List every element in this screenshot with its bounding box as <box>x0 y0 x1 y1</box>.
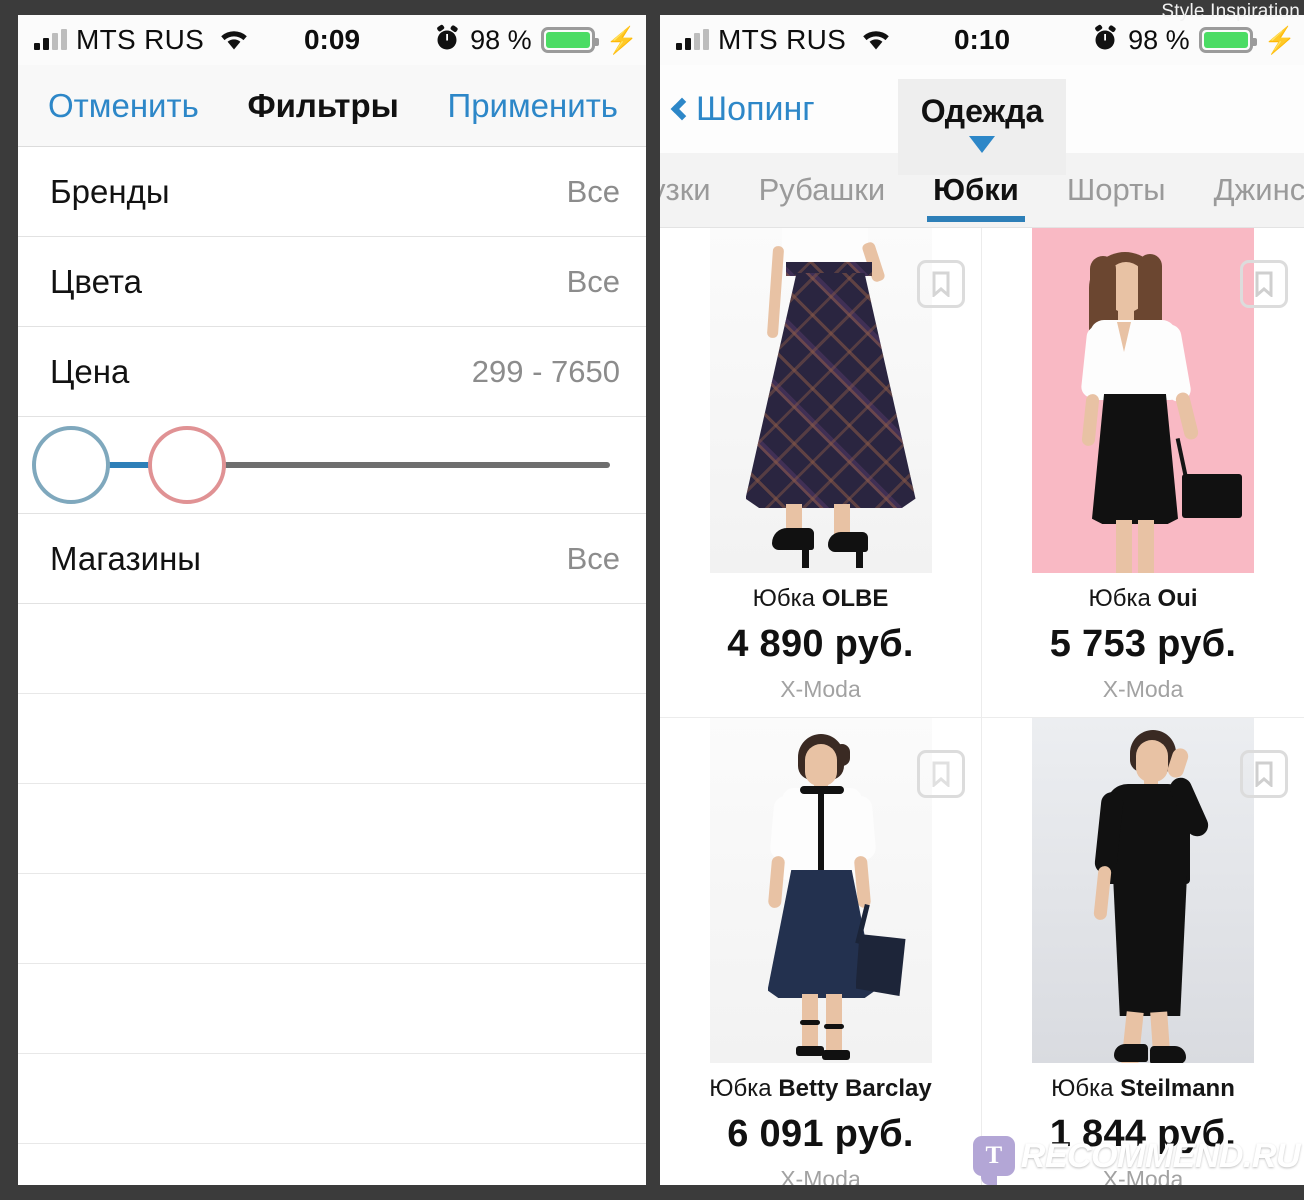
product-illustration <box>1032 718 1254 1063</box>
filter-value: Все <box>566 173 620 209</box>
style-inspiration-caption: Style Inspiration <box>1161 1 1300 22</box>
lightning-bolt-icon: ⚡ <box>605 24 638 55</box>
filter-row-brands[interactable]: Бренды Все <box>18 147 646 237</box>
empty-row <box>18 874 646 964</box>
alarm-icon <box>1091 24 1119 57</box>
battery-icon <box>1198 27 1257 53</box>
product-shop: X-Moda <box>1102 676 1184 702</box>
left-status-right: 98 % ⚡ <box>433 24 638 57</box>
recommend-watermark: T RECOMMEND.RU <box>972 1136 1301 1185</box>
empty-row <box>18 604 646 694</box>
bookmark-icon[interactable] <box>917 750 965 798</box>
chevron-left-icon <box>670 97 694 121</box>
product-title-prefix: Юбка <box>752 585 816 612</box>
alarm-icon <box>433 24 461 57</box>
bookmark-icon[interactable] <box>917 260 965 308</box>
left-phone-screen: MTS RUS 0:09 98 % ⚡ Отменить Фильтры При… <box>18 15 646 1185</box>
right-status-right: 98 % ⚡ <box>1091 24 1296 57</box>
product-title: Юбка Betty Barclay <box>660 1075 981 1103</box>
product-illustration <box>710 228 932 573</box>
product-image[interactable] <box>660 718 981 1063</box>
empty-row <box>18 1144 646 1185</box>
filter-value: Все <box>566 540 620 576</box>
empty-row <box>18 1054 646 1144</box>
product-title-prefix: Юбка <box>1051 1075 1114 1102</box>
tab-dzhinsy[interactable]: Джинс <box>1190 153 1304 227</box>
product-card[interactable]: Юбка Oui 5 753 руб. X-Moda <box>982 228 1304 718</box>
product-illustration <box>1032 228 1254 573</box>
right-phone-screen: MTS RUS 0:10 98 % ⚡ Шопинг Одежда зки Ру… <box>660 15 1304 1185</box>
product-brand: Betty Barclay <box>778 1075 932 1102</box>
caret-down-icon <box>969 136 995 153</box>
slider-handle-max[interactable] <box>148 426 226 504</box>
product-price: 4 890 руб. <box>727 623 914 665</box>
cancel-button[interactable]: Отменить <box>48 87 199 125</box>
lightning-bolt-icon: ⚡ <box>1263 24 1296 55</box>
product-image[interactable] <box>982 228 1304 573</box>
watermark-mark: T <box>985 1142 1003 1169</box>
product-image[interactable] <box>660 228 981 573</box>
product-price: 5 753 руб. <box>1049 623 1237 665</box>
product-brand: Oui <box>1157 585 1198 612</box>
product-brand: OLBE <box>821 585 889 612</box>
page-title: Фильтры <box>247 86 399 124</box>
empty-row <box>18 784 646 874</box>
product-title: Юбка Steilmann <box>982 1075 1304 1103</box>
filter-row-colors[interactable]: Цвета Все <box>18 237 646 327</box>
empty-row <box>18 964 646 1054</box>
screenshot-root: Style Inspiration MTS RUS 0:09 98 % ⚡ От… <box>0 0 1304 1200</box>
watermark-text: RECOMMEND.RU <box>1020 1136 1301 1175</box>
empty-row <box>18 694 646 784</box>
bookmark-icon[interactable] <box>1240 260 1288 308</box>
price-range-slider[interactable] <box>18 417 646 514</box>
speech-bubble-icon: T <box>972 1136 1015 1185</box>
filter-label: Магазины <box>50 539 202 577</box>
product-card[interactable]: Юбка OLBE 4 890 руб. X-Moda <box>660 228 982 718</box>
product-title-prefix: Юбка <box>709 1075 772 1102</box>
product-title: Юбка Oui <box>982 585 1304 613</box>
category-selector[interactable]: Одежда <box>898 79 1066 175</box>
product-card[interactable]: Юбка Betty Barclay 6 091 руб. X-Moda <box>660 718 982 1185</box>
product-brand: Steilmann <box>1120 1075 1235 1102</box>
slider-handle-min[interactable] <box>32 426 110 504</box>
tab-bluzki[interactable]: узки <box>660 153 735 227</box>
product-title-prefix: Юбка <box>1088 585 1151 612</box>
product-illustration <box>710 718 932 1063</box>
filter-list: Бренды Все Цвета Все Цена 299 - 7650 Маг… <box>18 147 646 1185</box>
product-title: Юбка OLBE <box>660 585 981 613</box>
battery-icon <box>540 27 599 53</box>
filter-label: Бренды <box>50 172 170 210</box>
product-image[interactable] <box>982 718 1304 1063</box>
battery-percent: 98 % <box>1128 24 1190 55</box>
apply-button[interactable]: Применить <box>447 87 618 125</box>
filter-value: Все <box>566 263 620 299</box>
product-shop: X-Moda <box>780 1166 861 1185</box>
filter-label: Цена <box>50 352 130 390</box>
product-price: 6 091 руб. <box>727 1113 914 1155</box>
filter-row-price[interactable]: Цена 299 - 7650 <box>18 327 646 417</box>
bookmark-icon[interactable] <box>1240 750 1288 798</box>
category-label: Одежда <box>920 93 1044 129</box>
product-grid: Юбка OLBE 4 890 руб. X-Moda Юбка Oui 5 7… <box>660 228 1304 1185</box>
back-label: Шопинг <box>696 89 815 128</box>
filter-row-stores[interactable]: Магазины Все <box>18 514 646 604</box>
left-status-bar: MTS RUS 0:09 98 % ⚡ <box>18 15 646 65</box>
filter-label: Цвета <box>50 262 142 300</box>
catalog-navbar: Шопинг Одежда <box>660 65 1304 175</box>
product-shop: X-Moda <box>780 676 861 702</box>
tab-rubashki[interactable]: Рубашки <box>735 153 910 227</box>
filters-navbar: Отменить Фильтры Применить <box>18 65 646 147</box>
product-card[interactable]: Юбка Steilmann 1 844 руб. X-Moda <box>982 718 1304 1185</box>
battery-percent: 98 % <box>470 24 532 55</box>
back-button[interactable]: Шопинг <box>660 90 815 129</box>
filter-value: 299 - 7650 <box>471 353 620 389</box>
